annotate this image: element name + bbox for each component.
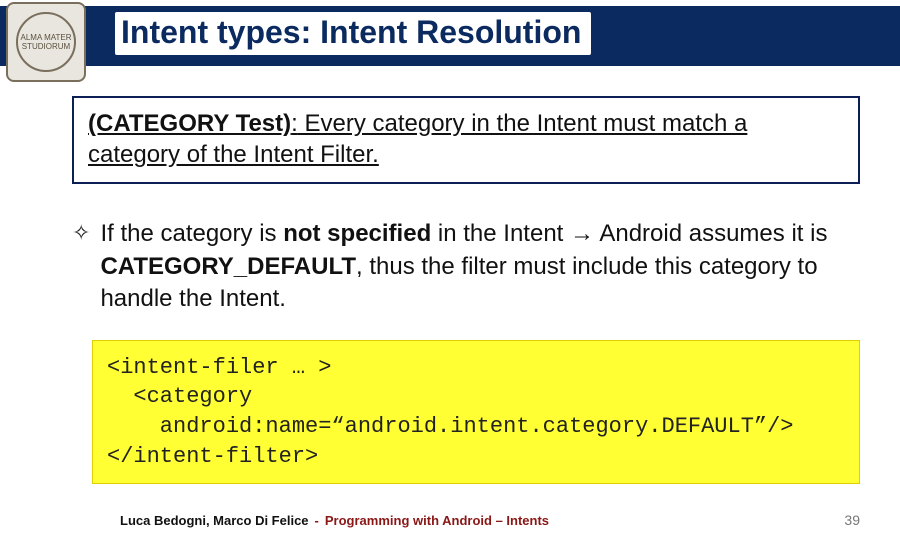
page-number: 39 — [844, 512, 860, 528]
seal-text: ALMA MATER STUDIORUM — [18, 33, 74, 51]
footer-course: Programming with Android – Intents — [325, 513, 549, 528]
bullet-item: ✧ If the category is not specified in th… — [72, 218, 860, 315]
category-test-rule-box: (CATEGORY Test): Every category in the I… — [72, 96, 860, 184]
rule-colon: : — [291, 110, 298, 137]
university-seal-icon: ALMA MATER STUDIORUM — [6, 2, 86, 82]
slide-footer: Luca Bedogni, Marco Di Felice - Programm… — [0, 512, 900, 528]
code-line-2: <category — [107, 384, 252, 409]
title-accent: types: — [217, 14, 311, 50]
footer-separator: - — [315, 513, 319, 528]
bullet-part1: If the category is — [100, 220, 283, 247]
bullet-part2: in the Intent — [431, 220, 570, 247]
title-post: Intent Resolution — [311, 14, 581, 50]
bullet-text: If the category is not specified in the … — [100, 218, 850, 315]
bullet-bold2: CATEGORY_DEFAULT — [100, 253, 356, 280]
code-line-1: <intent-filer … > — [107, 355, 331, 380]
bullet-bold1: not specified — [283, 220, 431, 247]
arrow-icon: → — [570, 220, 594, 247]
xml-code-block: <intent-filer … > <category android:name… — [92, 340, 860, 485]
title-pre: Intent — [121, 14, 217, 50]
bullet-marker-icon: ✧ — [72, 218, 90, 315]
slide-title: Intent types: Intent Resolution — [115, 12, 591, 55]
bullet-part3: Android assumes it is — [594, 220, 827, 247]
code-line-3: android:name=“android.intent.category.DE… — [107, 414, 794, 439]
slide-header: ALMA MATER STUDIORUM Intent types: Inten… — [0, 0, 900, 72]
rule-label: (CATEGORY Test) — [88, 110, 291, 137]
footer-authors: Luca Bedogni, Marco Di Felice — [120, 513, 309, 528]
seal-ring: ALMA MATER STUDIORUM — [16, 12, 76, 72]
slide-content: (CATEGORY Test): Every category in the I… — [0, 72, 900, 494]
code-line-4: </intent-filter> — [107, 444, 318, 469]
